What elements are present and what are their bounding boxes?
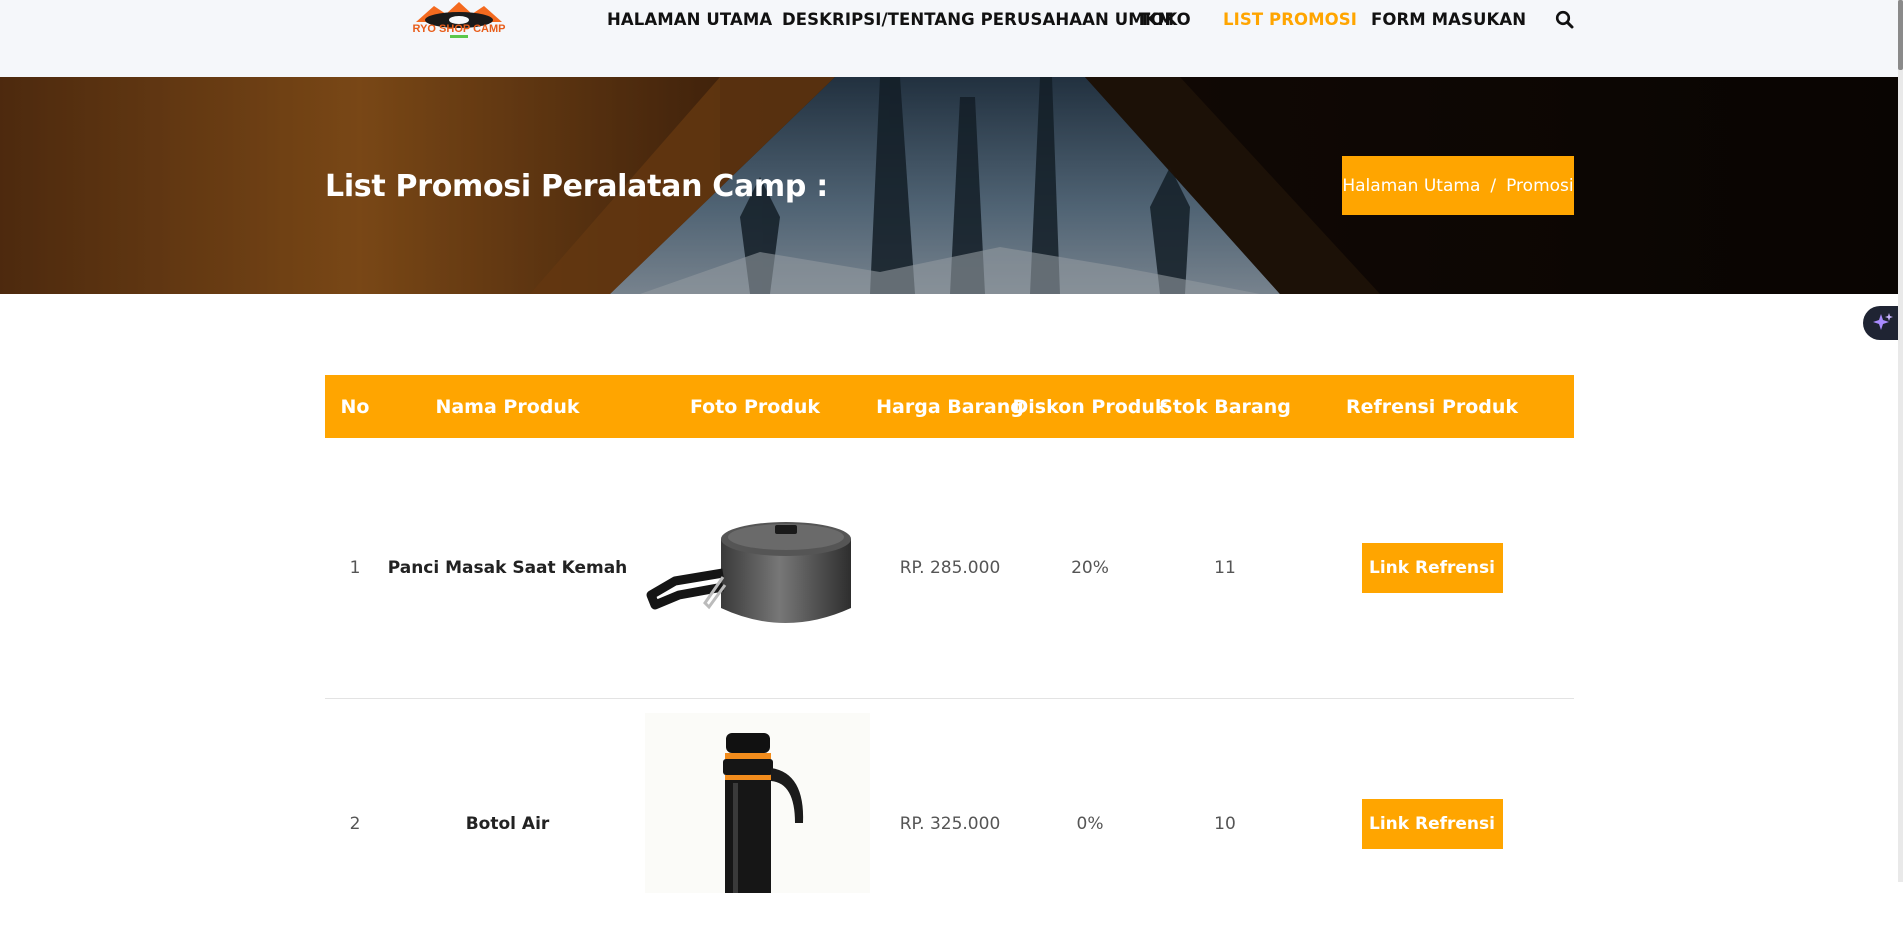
link-refrensi-button[interactable]: Link Refrensi (1361, 543, 1503, 593)
column-header-diskon-produk: Diskon Produk (1012, 395, 1168, 418)
search-icon[interactable] (1555, 10, 1575, 30)
logo-text: RYO SHOP CAMP (413, 23, 506, 35)
thermos-bottle-image (645, 713, 870, 893)
column-header-harga-barang: Harga Barang (876, 395, 1024, 418)
table-header: No Nama Produk Foto Produk Harga Barang … (325, 375, 1574, 438)
nav-halaman-utama[interactable]: HALAMAN UTAMA (607, 10, 772, 29)
sparkle-icon (1873, 313, 1893, 330)
site-header: RYO SHOP CAMP HALAMAN UTAMA DESKRIPSI/TE… (0, 0, 1898, 78)
promo-table: No Nama Produk Foto Produk Harga Barang … (325, 375, 1574, 949)
cell-no: 1 (349, 558, 361, 578)
table-row: 1 Panci Masak Saat Kemah RP. 285.000 20%… (325, 438, 1574, 699)
cell-no: 2 (349, 814, 361, 834)
cell-stock: 11 (1214, 558, 1236, 578)
cell-discount: 0% (1076, 814, 1104, 834)
column-header-no: No (340, 395, 370, 418)
column-header-refrensi-produk: Refrensi Produk (1345, 395, 1519, 418)
cooking-pot-image (646, 522, 851, 623)
cell-reference: Link Refrensi (1290, 438, 1574, 698)
nav-list-promosi[interactable]: LIST PROMOSI (1223, 10, 1357, 29)
breadcrumb-current: Promosi (1506, 175, 1574, 196)
column-header-nama-produk: Nama Produk (435, 395, 580, 418)
ai-assistant-button[interactable] (1863, 306, 1903, 340)
scrollbar-thumb[interactable] (1898, 0, 1903, 70)
page-scrollbar[interactable] (1898, 0, 1903, 882)
cell-price: RP. 325.000 (899, 814, 1001, 834)
cell-price: RP. 285.000 (899, 558, 1001, 578)
nav-deskripsi[interactable]: DESKRIPSI/TENTANG PERUSAHAAN UMKM (782, 10, 1174, 29)
cell-stock: 10 (1214, 814, 1236, 834)
cell-discount: 20% (1071, 558, 1109, 578)
nav-form-masukan[interactable]: FORM MASUKAN (1371, 10, 1526, 29)
hero-banner: List Promosi Peralatan Camp : Halaman Ut… (0, 77, 1898, 294)
table-row: 2 Botol Air RP. 325.000 0% 10 Link Refre… (325, 699, 1574, 949)
column-header-foto-produk: Foto Produk (689, 395, 821, 418)
cell-product-name: Botol Air (465, 814, 550, 834)
cell-reference: Link Refrensi (1290, 699, 1574, 949)
link-refrensi-button[interactable]: Link Refrensi (1361, 799, 1503, 849)
page-title: List Promosi Peralatan Camp : (325, 169, 828, 204)
breadcrumb-separator: / (1490, 175, 1497, 196)
tent-background-image (0, 77, 1898, 294)
column-header-stok-barang: Stok Barang (1159, 395, 1291, 418)
breadcrumb-home-link[interactable]: Halaman Utama (1342, 176, 1480, 196)
nav-toko[interactable]: TOKO (1139, 10, 1191, 29)
cell-product-name: Panci Masak Saat Kemah (387, 558, 628, 578)
logo[interactable]: RYO SHOP CAMP (376, 0, 542, 40)
breadcrumb: Halaman Utama / Promosi (1342, 156, 1574, 215)
